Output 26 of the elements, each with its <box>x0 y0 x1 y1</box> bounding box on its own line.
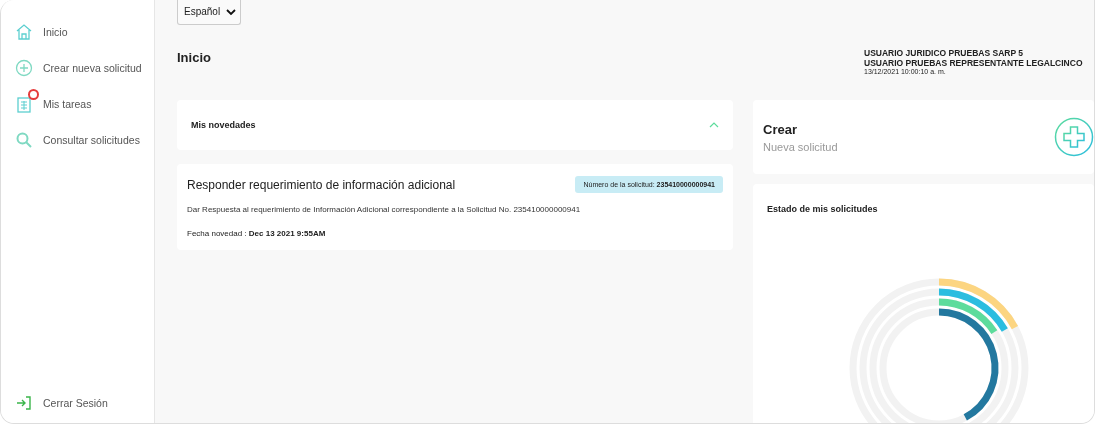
create-title: Crear <box>763 121 798 137</box>
logout-icon <box>15 394 33 412</box>
nav-item[interactable]: Crear nueva solicitud <box>15 52 154 78</box>
chart-title: Estado de mis solicitudes <box>767 204 879 214</box>
chevron-down-icon <box>226 7 237 16</box>
news-header[interactable]: Mis novedades <box>177 100 733 150</box>
home-icon <box>15 23 33 41</box>
section-title: Mis novedades <box>191 120 256 130</box>
plus-circle-icon <box>15 59 33 77</box>
create-card[interactable]: Crear Nueva solicitud <box>753 100 1094 174</box>
chevron-icon[interactable] <box>709 122 719 128</box>
nav-item[interactable]: Mis tareas <box>15 88 154 114</box>
create-subtitle: Nueva solicitud <box>763 140 838 153</box>
language-select[interactable]: Español <box>177 0 242 25</box>
page-title: Inicio <box>177 50 211 65</box>
user-name: USUARIO PRUEBAS REPRESENTANTE LEGALCINCO <box>864 58 1084 68</box>
news-date: Fecha novedad : Dec 13 2021 9:55AM <box>187 229 327 238</box>
user-name: USUARIO JURIDICO PRUEBAS SARP 5 <box>864 48 1024 58</box>
logout-link[interactable]: Cerrar Sesión <box>15 387 154 413</box>
nav-item[interactable]: Inicio <box>15 16 154 42</box>
search-icon <box>15 131 33 149</box>
news-title: Responder requerimiento de información adicional <box>187 177 456 192</box>
nav-item[interactable]: Consultar solicitudes <box>15 124 154 150</box>
plus-circle-icon[interactable] <box>1054 117 1094 157</box>
clipboard-icon <box>15 95 33 113</box>
news-description: Dar Respuesta al requerimiento de Información Adicional correspondiente a la Solicitud No. 235410000000941 <box>187 205 582 214</box>
